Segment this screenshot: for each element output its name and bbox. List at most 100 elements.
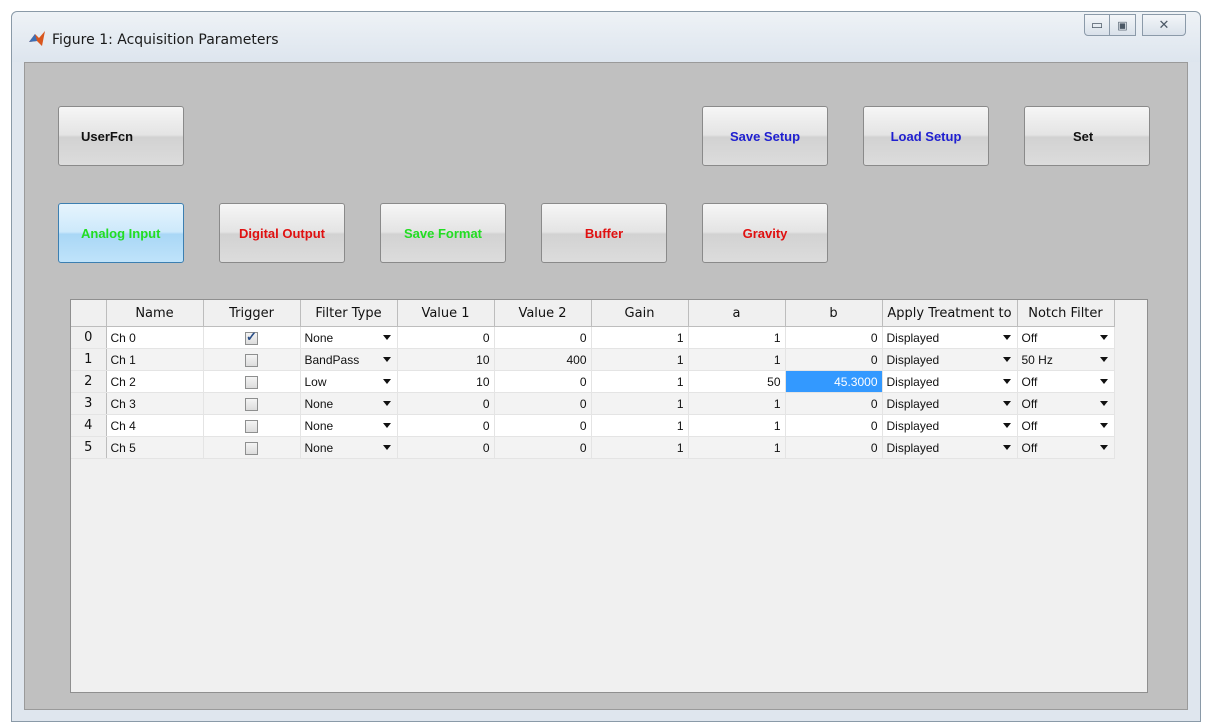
cell-gain[interactable]: 1 — [591, 326, 689, 349]
cell-name[interactable]: Ch 2 — [106, 370, 204, 393]
set-button[interactable]: Set — [1024, 106, 1150, 166]
close-button[interactable]: ✕ — [1142, 14, 1186, 36]
save-setup-button[interactable]: Save Setup — [702, 106, 828, 166]
load-setup-button[interactable]: Load Setup — [863, 106, 989, 166]
cell-apply-treatment[interactable]: Displayed — [882, 392, 1018, 415]
cell-value1[interactable]: 0 — [397, 392, 495, 415]
cell-value2[interactable]: 0 — [494, 392, 592, 415]
cell-notch-filter[interactable]: Off — [1017, 414, 1115, 437]
chevron-down-icon[interactable] — [382, 401, 391, 406]
chevron-down-icon[interactable] — [382, 445, 391, 450]
cell-name[interactable]: Ch 0 — [106, 326, 204, 349]
cell-notch-filter[interactable]: 50 Hz — [1017, 348, 1115, 371]
cell-apply-treatment[interactable]: Displayed — [882, 326, 1018, 349]
cell-apply-treatment[interactable]: Displayed — [882, 370, 1018, 393]
chevron-down-icon[interactable] — [1099, 357, 1108, 362]
cell-trigger[interactable] — [203, 414, 301, 437]
cell-gain[interactable]: 1 — [591, 370, 689, 393]
cell-name[interactable]: Ch 5 — [106, 436, 204, 459]
cell-value2[interactable]: 0 — [494, 326, 592, 349]
cell-gain[interactable]: 1 — [591, 414, 689, 437]
cell-trigger[interactable] — [203, 326, 301, 349]
cell-apply-treatment[interactable]: Displayed — [882, 348, 1018, 371]
cell-value1[interactable]: 0 — [397, 414, 495, 437]
cell-a[interactable]: 50 — [688, 370, 786, 393]
cell-filter-type[interactable]: None — [300, 392, 398, 415]
chevron-down-icon[interactable] — [1002, 357, 1011, 362]
cell-a[interactable]: 1 — [688, 392, 786, 415]
cell-trigger[interactable] — [203, 392, 301, 415]
minimize-button[interactable]: ▭ — [1084, 14, 1110, 36]
cell-value1[interactable]: 0 — [397, 326, 495, 349]
cell-gain[interactable]: 1 — [591, 348, 689, 371]
chevron-down-icon[interactable] — [1002, 335, 1011, 340]
col-header-b[interactable]: b — [785, 300, 883, 327]
trigger-checkbox[interactable] — [245, 419, 258, 433]
cell-gain[interactable]: 1 — [591, 392, 689, 415]
trigger-checkbox[interactable] — [245, 397, 258, 411]
maximize-button[interactable]: ▣ — [1110, 14, 1136, 36]
cell-value2[interactable]: 400 — [494, 348, 592, 371]
cell-name[interactable]: Ch 3 — [106, 392, 204, 415]
cell-b[interactable]: 0 — [785, 326, 883, 349]
chevron-down-icon[interactable] — [1099, 445, 1108, 450]
chevron-down-icon[interactable] — [1002, 401, 1011, 406]
cell-value1[interactable]: 0 — [397, 436, 495, 459]
cell-trigger[interactable] — [203, 436, 301, 459]
cell-notch-filter[interactable]: Off — [1017, 392, 1115, 415]
channel-table[interactable]: Name Trigger Filter Type Value 1 Value 2… — [70, 299, 1148, 693]
cell-trigger[interactable] — [203, 348, 301, 371]
col-header-value2[interactable]: Value 2 — [494, 300, 592, 327]
save-format-button[interactable]: Save Format — [380, 203, 506, 263]
cell-filter-type[interactable]: Low — [300, 370, 398, 393]
chevron-down-icon[interactable] — [382, 423, 391, 428]
cell-apply-treatment[interactable]: Displayed — [882, 414, 1018, 437]
chevron-down-icon[interactable] — [382, 335, 391, 340]
analog-input-button[interactable]: Analog Input — [58, 203, 184, 263]
chevron-down-icon[interactable] — [1099, 423, 1108, 428]
cell-b[interactable]: 0 — [785, 392, 883, 415]
cell-filter-type[interactable]: BandPass — [300, 348, 398, 371]
cell-a[interactable]: 1 — [688, 326, 786, 349]
cell-value1[interactable]: 10 — [397, 348, 495, 371]
col-header-trigger[interactable]: Trigger — [203, 300, 301, 327]
cell-gain[interactable]: 1 — [591, 436, 689, 459]
cell-b[interactable]: 45.3000 — [785, 370, 883, 393]
cell-value2[interactable]: 0 — [494, 370, 592, 393]
cell-b[interactable]: 0 — [785, 348, 883, 371]
cell-a[interactable]: 1 — [688, 436, 786, 459]
cell-b[interactable]: 0 — [785, 414, 883, 437]
cell-filter-type[interactable]: None — [300, 436, 398, 459]
cell-notch-filter[interactable]: Off — [1017, 326, 1115, 349]
chevron-down-icon[interactable] — [382, 357, 391, 362]
chevron-down-icon[interactable] — [1002, 445, 1011, 450]
buffer-button[interactable]: Buffer — [541, 203, 667, 263]
chevron-down-icon[interactable] — [1099, 335, 1108, 340]
userfcn-button[interactable]: UserFcn — [58, 106, 184, 166]
chevron-down-icon[interactable] — [382, 379, 391, 384]
cell-b[interactable]: 0 — [785, 436, 883, 459]
cell-trigger[interactable] — [203, 370, 301, 393]
col-header-gain[interactable]: Gain — [591, 300, 689, 327]
col-header-a[interactable]: a — [688, 300, 786, 327]
cell-name[interactable]: Ch 1 — [106, 348, 204, 371]
cell-value1[interactable]: 10 — [397, 370, 495, 393]
col-header-filter-type[interactable]: Filter Type — [300, 300, 398, 327]
chevron-down-icon[interactable] — [1002, 423, 1011, 428]
cell-filter-type[interactable]: None — [300, 414, 398, 437]
trigger-checkbox[interactable] — [245, 329, 258, 345]
cell-name[interactable]: Ch 4 — [106, 414, 204, 437]
chevron-down-icon[interactable] — [1099, 379, 1108, 384]
trigger-checkbox[interactable] — [245, 441, 258, 455]
cell-filter-type[interactable]: None — [300, 326, 398, 349]
col-header-value1[interactable]: Value 1 — [397, 300, 495, 327]
trigger-checkbox[interactable] — [245, 353, 258, 367]
chevron-down-icon[interactable] — [1002, 379, 1011, 384]
gravity-button[interactable]: Gravity — [702, 203, 828, 263]
cell-value2[interactable]: 0 — [494, 436, 592, 459]
digital-output-button[interactable]: Digital Output — [219, 203, 345, 263]
cell-a[interactable]: 1 — [688, 348, 786, 371]
cell-a[interactable]: 1 — [688, 414, 786, 437]
col-header-name[interactable]: Name — [106, 300, 204, 327]
col-header-notch-filter[interactable]: Notch Filter — [1017, 300, 1115, 327]
